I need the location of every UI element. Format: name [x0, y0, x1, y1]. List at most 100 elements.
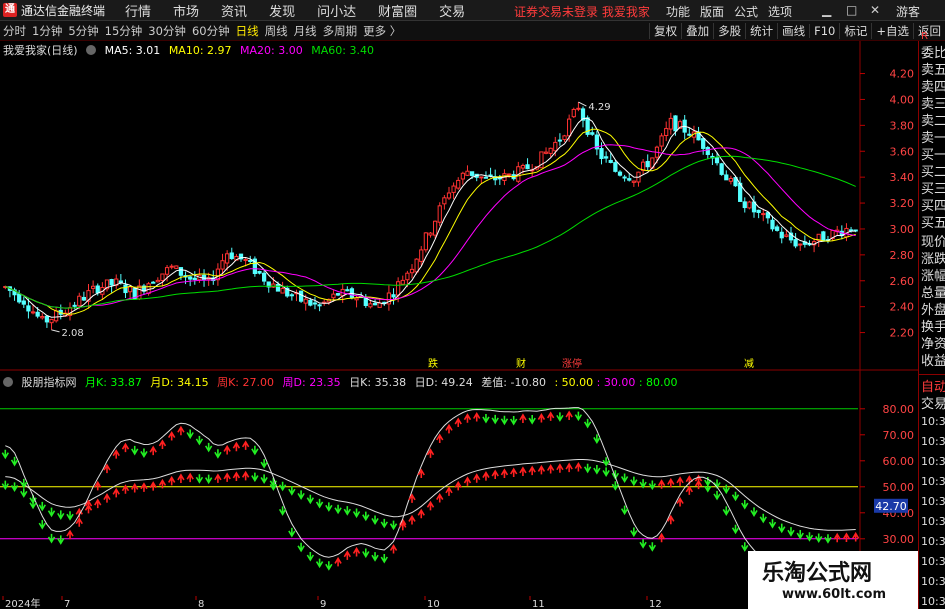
candle-down [719, 163, 724, 175]
candle-up [419, 249, 424, 262]
tick-time: 10:37 [921, 535, 945, 548]
price-axis-label: 2.60 [890, 275, 915, 288]
side-item-change-pct: 涨幅 [921, 269, 945, 284]
tick-time: 10:37 [921, 575, 945, 588]
side-item-change: 涨跌 [921, 252, 945, 267]
candle-up [160, 273, 165, 282]
side-trade-button[interactable]: 交易 [921, 396, 945, 413]
side-item-price: 现价 [921, 235, 945, 250]
candle-down [391, 294, 396, 298]
candle-down [248, 260, 253, 263]
candle-up [405, 272, 410, 281]
price-axis-label: 3.40 [890, 171, 915, 184]
indicator-axis-label: 80.00 [883, 403, 915, 416]
side-item-ask1: 卖一 [921, 131, 945, 146]
ma20-label: MA20: 3.00 [240, 44, 303, 57]
candle-up [442, 197, 447, 205]
indicator-monthly-k: 月K: 33.87 [85, 376, 142, 389]
candle-up [271, 283, 276, 288]
candle-up [423, 232, 428, 251]
candle-down [673, 115, 678, 132]
settings-icon[interactable] [86, 45, 97, 55]
indicator-axis-label: 30.00 [883, 533, 915, 546]
candle-down [289, 294, 294, 297]
candle-up [396, 281, 401, 296]
candle-up [451, 185, 456, 193]
candle-down [779, 231, 784, 239]
candle-down [525, 164, 530, 170]
candle-down [821, 231, 826, 242]
side-auto-button[interactable]: 自动 [921, 379, 945, 396]
candle-up [446, 192, 452, 199]
candle-up [91, 285, 96, 289]
indicator-axis-label: 50.00 [883, 481, 915, 494]
candle-down [608, 159, 613, 163]
candle-down [151, 281, 156, 284]
candle-up [747, 201, 752, 209]
candle-down [604, 156, 609, 159]
stock-title[interactable]: 我爱我家(日线) [3, 44, 78, 57]
side-panel-r-icon[interactable]: R [921, 28, 945, 45]
indicator-daily-d: 日D: 49.24 [414, 376, 473, 389]
candle-up [460, 172, 465, 180]
candle-up [414, 258, 419, 273]
indicator-monthly-d: 月D: 34.15 [150, 376, 209, 389]
watermark-url: www.60lt.com [782, 587, 887, 602]
indicator-weekly-d: 周D: 23.35 [282, 376, 341, 389]
price-axis-label: 4.00 [890, 93, 915, 106]
side-item-nav: 净资 [921, 337, 945, 352]
candle-down [557, 139, 563, 142]
indicator-axis-label: 70.00 [883, 429, 915, 442]
candle-down [645, 160, 650, 168]
event-marker-fall: 跌 [428, 357, 438, 370]
candle-up [567, 118, 572, 137]
high-price-marker: 4.29 [588, 102, 610, 113]
candle-up [400, 279, 405, 285]
candle-up [77, 295, 82, 307]
tick-time: 10:37 [921, 555, 945, 568]
candle-down [469, 171, 475, 176]
event-marker-limit-up: 涨停 [562, 357, 582, 370]
indicator-level-50: : 50.00 [554, 376, 594, 389]
candle-up [30, 311, 36, 314]
candle-up [548, 147, 553, 154]
main-legend: 我爱我家(日线) MA5: 3.01 MA10: 2.97 MA20: 3.00… [3, 42, 379, 58]
side-item-turnover: 换手 [921, 320, 945, 335]
candle-down [627, 178, 632, 181]
candle-down [308, 299, 313, 306]
candle-down [701, 138, 706, 149]
candle-down [312, 302, 318, 305]
candle-up [428, 232, 433, 236]
side-item-bid3: 买三 [921, 182, 945, 197]
candle-down [298, 290, 304, 302]
candle-down [317, 304, 322, 307]
chart-background [0, 41, 918, 609]
low-price-marker: 2.08 [62, 328, 84, 339]
candle-down [617, 171, 623, 176]
candle-up [280, 287, 285, 294]
chart-canvas[interactable]: 4.20 4.00 3.80 3.60 3.40 3.20 3.00 2.80 2.60 2.40… [0, 0, 918, 609]
candle-down [372, 302, 378, 306]
candle-down [714, 157, 720, 164]
side-separator [919, 374, 945, 375]
candle-up [562, 135, 567, 141]
candle-up [54, 310, 59, 322]
candle-up [146, 283, 151, 294]
candle-down [21, 300, 26, 305]
candle-up [761, 213, 766, 216]
side-item-bid1: 买一 [921, 148, 945, 163]
tick-time: 10:36 [921, 495, 945, 508]
candle-up [127, 286, 133, 293]
date-axis-label: 9 [320, 599, 326, 609]
date-axis-label: 12 [649, 599, 662, 609]
indicator-level-30: : 30.00 [596, 376, 636, 389]
side-item-eps: 收益 [921, 354, 945, 369]
candle-up [437, 205, 442, 223]
indicator-name[interactable]: 股朋指标网 [22, 376, 77, 389]
candle-down [262, 272, 267, 282]
side-item-bid2: 买二 [921, 165, 945, 180]
candle-up [664, 128, 669, 137]
indicator-settings-icon[interactable] [3, 377, 13, 387]
candle-up [659, 135, 664, 147]
candle-up [243, 259, 248, 262]
